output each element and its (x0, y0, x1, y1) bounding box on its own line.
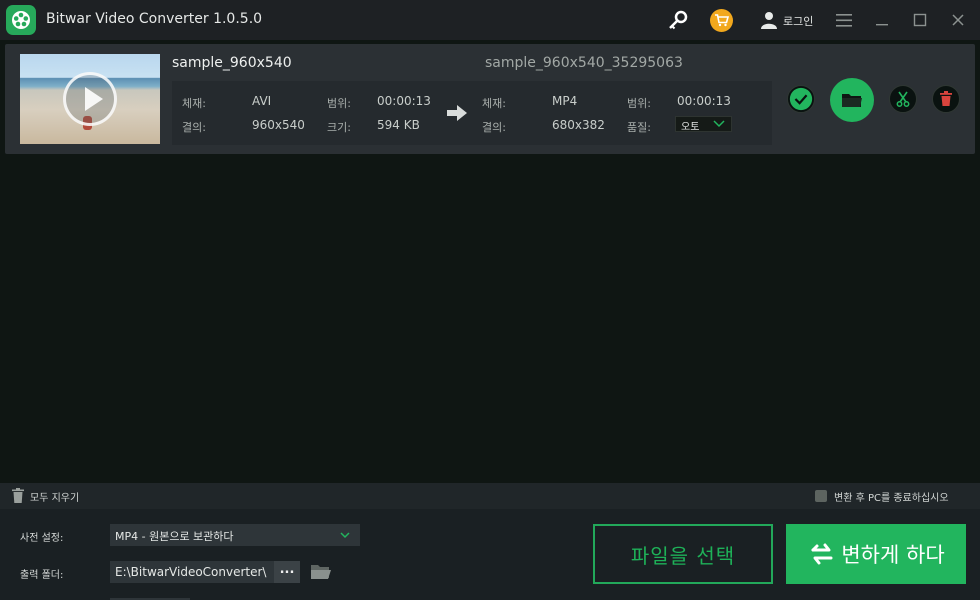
source-resolution-value: 960x540 (252, 118, 305, 132)
target-quality-label: 품질: (627, 121, 651, 134)
source-size-label: 크기: (327, 121, 351, 134)
output-folder-path: E:\BitwarVideoConverter\ (115, 565, 267, 579)
convert-done-button[interactable] (787, 85, 815, 113)
source-file-name: sample_960x540 (172, 55, 292, 71)
source-duration-value: 00:00:13 (377, 94, 431, 108)
file-item-card: sample_960x540 sample_960x540_35295063 체… (5, 44, 975, 154)
list-actions-bar: 모두 지우기 변환 후 PC를 종료하십시오 (0, 483, 980, 509)
target-format-label: 체재: (482, 97, 506, 110)
app-title: Bitwar Video Converter 1.0.5.0 (46, 11, 263, 27)
cart-icon[interactable] (710, 9, 733, 32)
convert-label: 변하게 하다 (841, 543, 945, 567)
quality-select[interactable]: 오토 (675, 116, 732, 133)
clear-all-trash-icon[interactable] (11, 488, 25, 503)
target-file-name[interactable]: sample_960x540_35295063 (485, 55, 683, 71)
video-thumbnail[interactable] (20, 54, 160, 144)
minimize-icon[interactable] (872, 11, 892, 29)
check-icon (789, 87, 813, 111)
preset-select[interactable]: MP4 - 원본으로 보관하다 (110, 524, 360, 546)
app-logo-icon (6, 5, 36, 35)
output-folder-field[interactable]: E:\BitwarVideoConverter\ (110, 561, 274, 583)
bottom-panel: 사전 설정: MP4 - 원본으로 보관하다 출력 폴더: E:\BitwarV… (0, 509, 980, 600)
quality-value: 오토 (681, 122, 700, 133)
open-output-folder-button[interactable] (830, 78, 874, 122)
source-format-label: 체재: (182, 97, 206, 110)
trash-icon (940, 91, 952, 106)
target-resolution-label: 결의: (482, 121, 506, 134)
source-resolution-label: 결의: (182, 121, 206, 134)
user-icon[interactable] (759, 10, 779, 30)
target-resolution-value: 680x382 (552, 118, 605, 132)
maximize-icon[interactable] (910, 11, 930, 29)
key-icon[interactable] (666, 8, 690, 32)
target-duration-value: 00:00:13 (677, 94, 731, 108)
shutdown-label: 변환 후 PC를 종료하십시오 (834, 493, 949, 504)
preset-label: 사전 설정: (20, 533, 64, 544)
output-folder-label: 출력 폴더: (20, 570, 64, 581)
login-link[interactable]: 로그인 (783, 13, 813, 29)
source-size-value: 594 KB (377, 118, 420, 132)
play-icon[interactable] (63, 72, 117, 126)
menu-icon[interactable] (834, 11, 854, 29)
target-format-value: MP4 (552, 94, 578, 108)
edit-button[interactable] (889, 85, 917, 113)
preset-value: MP4 - 원본으로 보관하다 (115, 530, 234, 543)
convert-arrows-icon (811, 543, 833, 565)
file-info-panel: 체재: AVI 범위: 00:00:13 결의: 960x540 크기: 594… (172, 81, 772, 145)
delete-button[interactable] (932, 85, 960, 113)
scissors-icon (896, 91, 910, 107)
convert-button[interactable]: 변하게 하다 (786, 524, 966, 584)
chevron-down-icon (713, 120, 725, 128)
title-bar: Bitwar Video Converter 1.0.5.0 로그인 (0, 0, 980, 40)
source-duration-label: 범위: (327, 97, 351, 110)
chevron-down-icon (340, 532, 350, 539)
select-files-button[interactable]: 파일을 선택 (593, 524, 773, 584)
browse-button[interactable]: ... (274, 561, 300, 583)
clear-all-button[interactable]: 모두 지우기 (30, 489, 79, 504)
folder-icon (842, 94, 862, 107)
convert-arrow-icon (445, 103, 469, 123)
target-duration-label: 범위: (627, 97, 651, 110)
close-icon[interactable] (948, 11, 968, 29)
open-folder-icon[interactable] (310, 563, 332, 581)
source-format-value: AVI (252, 94, 272, 108)
shutdown-checkbox[interactable] (815, 490, 827, 502)
